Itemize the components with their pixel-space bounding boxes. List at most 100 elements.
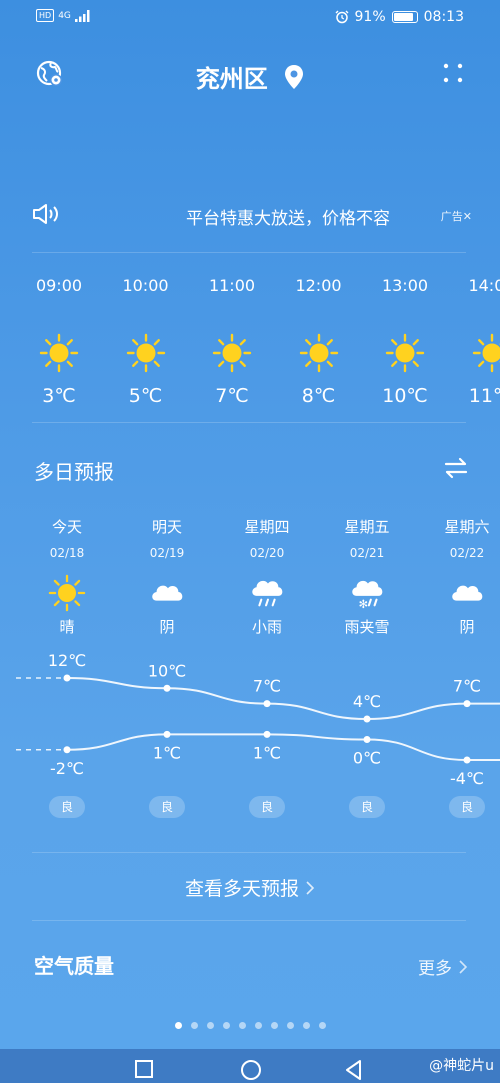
page-dot[interactable]	[174, 1022, 182, 1029]
high-temp-label: 12℃	[48, 651, 86, 670]
day-name: 星期五	[344, 518, 390, 536]
cloud-icon	[152, 585, 183, 601]
ad-close-badge[interactable]: 广告✕	[441, 208, 472, 224]
hour-time: 09:00	[35, 276, 83, 295]
high-temp-point	[363, 715, 371, 723]
multi-day-title: 多日预报	[34, 460, 114, 484]
hour-temp: 8℃	[301, 385, 336, 407]
divider	[32, 920, 466, 921]
signal-icon	[74, 9, 90, 22]
day-date: 02/19	[149, 546, 185, 560]
status-bar: HD 4G 91% 08:13	[0, 0, 500, 36]
network-type: 4G	[58, 10, 71, 21]
daily-forecast[interactable]: 今天 02/18 晴明天 02/19 阴星期四 02/20 小雨 星期五 02/21 ✻ 雨夹雪 星期…	[0, 516, 500, 646]
hourly-item: 10:00 5℃	[106, 276, 186, 407]
sun-icon	[48, 574, 86, 612]
day-item[interactable]: 明天 02/19 阴	[117, 516, 217, 637]
low-temp-label: 0℃	[353, 749, 381, 768]
day-item[interactable]: 今天 02/18 晴	[17, 516, 117, 637]
sun-icon	[212, 333, 252, 373]
low-temp-label: 1℃	[153, 743, 181, 762]
day-name: 星期四	[244, 518, 290, 536]
hour-temp: 7℃	[215, 385, 249, 407]
air-quality-more-link[interactable]: 更多	[418, 954, 468, 979]
low-temp-point	[463, 756, 471, 764]
clock: 08:13	[423, 9, 464, 25]
aqi-badge: 良	[149, 796, 185, 818]
sun-icon	[385, 333, 425, 373]
page-dot[interactable]	[222, 1022, 230, 1029]
hour-time: 14:00	[468, 276, 500, 295]
swap-view-icon[interactable]	[444, 456, 468, 480]
city-name: 兖州区	[195, 65, 268, 93]
high-temp-point	[263, 700, 271, 708]
day-name: 星期六	[444, 518, 490, 536]
battery-icon	[391, 11, 418, 23]
day-condition: 阴	[159, 618, 175, 636]
system-nav-bar: @神蛇片u	[0, 1049, 500, 1083]
page-indicator[interactable]	[0, 1022, 500, 1029]
high-temp-label: 4℃	[353, 692, 381, 711]
day-date: 02/18	[49, 546, 85, 560]
svg-text:✻: ✻	[358, 597, 368, 611]
page-dot[interactable]	[238, 1022, 246, 1029]
high-temp-line	[66, 677, 500, 721]
aqi-badge: 良	[49, 796, 85, 818]
page-dot[interactable]	[286, 1022, 294, 1029]
day-item[interactable]: 星期四 02/20 小雨	[217, 516, 317, 637]
hour-temp: 10℃	[382, 385, 428, 407]
chevron-right-icon	[459, 960, 468, 974]
day-name: 明天	[151, 518, 182, 536]
home-icon[interactable]	[240, 1059, 262, 1081]
day-condition: 阴	[459, 618, 475, 636]
day-item[interactable]: 星期五 02/21 ✻ 雨夹雪	[317, 516, 417, 637]
page-dot[interactable]	[318, 1022, 326, 1029]
aqi-row: 良良良良良	[0, 796, 500, 820]
day-name: 今天	[51, 518, 82, 536]
ad-text: 平台特惠大放送，价格不容	[186, 209, 390, 229]
sun-icon	[39, 333, 79, 373]
more-days-button[interactable]: 查看多天预报	[0, 874, 500, 901]
day-condition: 晴	[59, 618, 75, 636]
chevron-right-icon	[306, 881, 315, 895]
back-icon[interactable]	[344, 1059, 364, 1081]
page-dot[interactable]	[270, 1022, 278, 1029]
page-dot[interactable]	[190, 1022, 198, 1029]
aqi-badge: 良	[349, 796, 385, 818]
low-temp-point	[163, 730, 171, 738]
divider	[32, 852, 466, 853]
day-date: 02/21	[349, 546, 385, 560]
day-date: 02/20	[249, 546, 285, 560]
alarm-icon	[335, 10, 349, 24]
page-dot[interactable]	[206, 1022, 214, 1029]
sleet-icon: ✻	[352, 580, 383, 611]
low-temp-point	[263, 730, 271, 738]
day-condition: 小雨	[251, 618, 282, 636]
battery-fill	[393, 13, 414, 21]
page-dot[interactable]	[302, 1022, 310, 1029]
day-item[interactable]: 星期六 02/22 阴	[417, 516, 500, 637]
low-temp-label: 1℃	[253, 743, 281, 762]
hour-time: 13:00	[381, 276, 429, 295]
hourly-forecast[interactable]: 09:00 3℃ 10:00 5℃ 11:00 7℃ 12:00 8℃ 13:00 10℃ 14:0…	[0, 276, 500, 416]
hourly-item: 12:00 8℃	[279, 276, 359, 407]
more-menu-icon[interactable]	[442, 62, 464, 84]
hd-badge: HD	[36, 9, 55, 22]
hour-temp: 3℃	[42, 385, 76, 407]
day-condition: 雨夹雪	[344, 618, 390, 636]
battery-percent: 91%	[354, 9, 386, 25]
low-temp-label: -4℃	[450, 769, 484, 788]
hour-time: 12:00	[295, 276, 342, 295]
high-temp-point	[463, 700, 471, 708]
ad-banner[interactable]: 平台特惠大放送，价格不容 广告✕	[32, 196, 472, 236]
recent-apps-icon[interactable]	[134, 1059, 154, 1079]
high-temp-label: 7℃	[253, 677, 281, 696]
city-title[interactable]: 兖州区	[0, 59, 500, 94]
hour-temp: 5℃	[128, 385, 163, 407]
speaker-icon	[33, 204, 58, 224]
temperature-trend-chart: 12℃ 10℃ 7℃ 4℃ 7℃ -2℃ 1℃ 1℃ 0℃ -4℃	[16, 651, 500, 788]
divider	[32, 252, 466, 253]
sun-icon	[472, 333, 500, 373]
rain-icon	[252, 580, 283, 607]
page-dot[interactable]	[254, 1022, 262, 1029]
